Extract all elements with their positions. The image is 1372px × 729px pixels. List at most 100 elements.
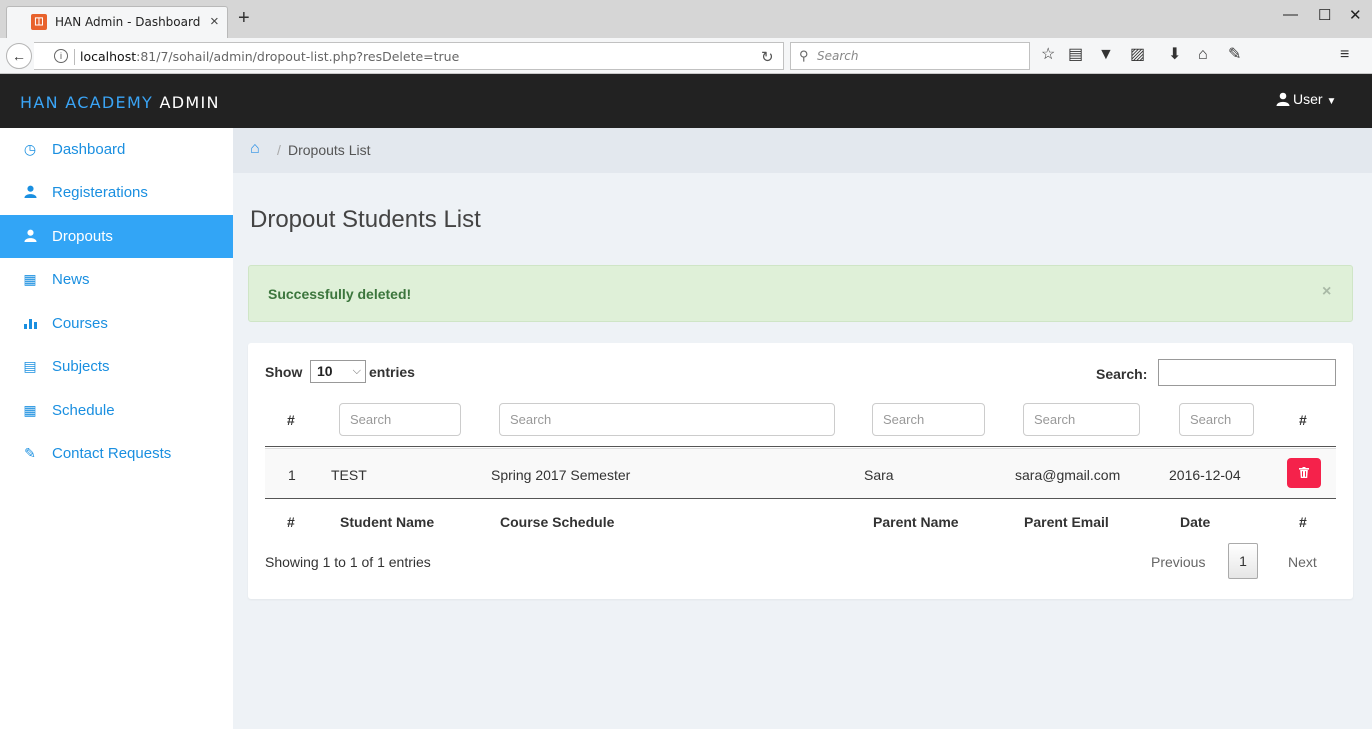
cell-student-name: TEST [331, 467, 367, 483]
pagination-next[interactable]: Next [1288, 554, 1317, 570]
reading-list-icon[interactable]: ▤ [1068, 46, 1083, 64]
column-footer-parent-name[interactable]: Parent Name [873, 514, 959, 530]
column-footer-date[interactable]: Date [1180, 514, 1210, 530]
user-menu-toggle[interactable]: User ▼ [1276, 91, 1336, 107]
brand-name: HAN ACADEMY [20, 93, 154, 112]
column-footer-student-name[interactable]: Student Name [340, 514, 434, 530]
sidebar-item-label: Subjects [52, 358, 110, 375]
brand-logo[interactable]: HAN ACADEMY ADMIN [20, 93, 220, 112]
column-footer-hash: # [287, 514, 295, 530]
sidebar-item-label: Courses [52, 315, 108, 332]
sidebar-item-dashboard[interactable]: ◷ Dashboard [0, 128, 233, 171]
grid-icon: ▦ [23, 402, 37, 418]
sidebar-item-schedule[interactable]: ▦ Schedule [0, 389, 233, 432]
url-text: localhost:81/7/sohail/admin/dropout-list… [80, 49, 460, 64]
sidebar-item-courses[interactable]: Courses [0, 302, 233, 345]
new-tab-button[interactable]: + [238, 8, 250, 28]
cell-parent-name: Sara [864, 467, 894, 483]
search-icon: ⚲ [799, 48, 809, 63]
filter-date[interactable]: Search [1179, 403, 1254, 436]
minimize-button[interactable]: — [1283, 6, 1298, 23]
breadcrumb-current: Dropouts List [288, 142, 371, 158]
pagination-previous[interactable]: Previous [1151, 554, 1205, 570]
cell-number: 1 [288, 467, 296, 483]
pocket-icon[interactable]: ▼ [1098, 46, 1114, 64]
filter-student-name[interactable]: Search [339, 403, 461, 436]
search-label: Search: [1096, 366, 1148, 382]
table-header-rule [265, 446, 1336, 447]
cell-course-schedule: Spring 2017 Semester [491, 467, 631, 483]
pencil-icon: ✎ [24, 445, 36, 461]
show-label: Show [265, 364, 303, 380]
chevron-down-icon: ⌵ [352, 365, 361, 377]
sidebar-item-contact-requests[interactable]: ✎ Contact Requests [0, 432, 233, 475]
entries-length-value: 10 [317, 363, 333, 379]
column-footer-parent-email[interactable]: Parent Email [1024, 514, 1109, 530]
table-footer-rule [265, 498, 1336, 499]
column-footer-course-schedule[interactable]: Course Schedule [500, 514, 614, 530]
dashboard-icon: ◷ [23, 141, 37, 157]
bar-chart-icon [22, 316, 38, 332]
bookmark-star-icon[interactable]: ☆ [1041, 46, 1055, 64]
info-icon[interactable]: i [54, 49, 68, 63]
browser-tab[interactable]: ◫ HAN Admin - Dashboard × [6, 6, 228, 38]
alert-message: Successfully deleted! [268, 286, 412, 302]
cell-date: 2016-12-04 [1169, 467, 1241, 483]
favicon-icon: ◫ [31, 14, 47, 30]
browser-navbar: ← i localhost:81/7/sohail/admin/dropout-… [0, 38, 1372, 74]
user-icon [22, 229, 38, 245]
sidebar-item-registerations[interactable]: Registerations [0, 171, 233, 214]
sidebar-item-subjects[interactable]: ▤ Subjects [0, 345, 233, 388]
sidebar-item-news[interactable]: ▦ News [0, 258, 233, 301]
home-icon[interactable]: ⌂ [250, 140, 260, 158]
caret-down-icon: ▼ [1326, 96, 1337, 107]
reload-icon[interactable]: ↻ [761, 48, 774, 66]
breadcrumb-separator: / [277, 142, 281, 158]
sidebar-item-label: Contact Requests [52, 445, 172, 462]
calculator-icon: ▤ [23, 358, 37, 374]
trash-icon [1299, 467, 1309, 478]
breadcrumb: ⌂ / Dropouts List [233, 128, 1372, 173]
sidebar-item-label: Dropouts [52, 228, 113, 245]
filter-course-schedule[interactable]: Search [499, 403, 835, 436]
sidebar-item-label: Registerations [52, 184, 148, 201]
page-title: Dropout Students List [250, 206, 481, 233]
table-info: Showing 1 to 1 of 1 entries [265, 554, 431, 570]
sidebar-item-label: Schedule [52, 402, 115, 419]
pagination-page-1[interactable]: 1 [1228, 543, 1258, 579]
close-window-button[interactable]: ✕ [1349, 6, 1362, 24]
column-header-hash: # [287, 412, 295, 428]
cell-parent-email: sara@gmail.com [1015, 467, 1121, 483]
home-icon[interactable]: ⌂ [1198, 46, 1208, 64]
sidebar-item-dropouts[interactable]: Dropouts [0, 215, 233, 258]
alert-close-button[interactable]: × [1322, 283, 1331, 301]
table-search-input[interactable] [1158, 359, 1336, 386]
user-icon [22, 185, 38, 201]
entries-label: entries [369, 364, 415, 380]
tab-title: HAN Admin - Dashboard [55, 15, 201, 29]
admin-header: HAN ACADEMY ADMIN User ▼ [0, 74, 1372, 128]
menu-icon[interactable]: ≡ [1340, 46, 1349, 64]
screenshot-icon[interactable]: ▨ [1130, 46, 1145, 64]
user-label: User [1293, 91, 1323, 107]
browser-search-field[interactable]: ⚲ Search [790, 42, 1030, 70]
entries-length-select[interactable]: 10 ⌵ [310, 360, 366, 383]
filter-parent-name[interactable]: Search [872, 403, 985, 436]
sidebar-item-label: News [52, 271, 90, 288]
tools-icon[interactable]: ✎ [1228, 46, 1241, 64]
brand-suffix: ADMIN [159, 93, 220, 112]
url-bar[interactable]: i localhost:81/7/sohail/admin/dropout-li… [34, 42, 784, 70]
sidebar: ◷ Dashboard Registerations Dropouts ▦ Ne… [0, 128, 233, 729]
url-separator [74, 49, 75, 65]
column-footer-hash: # [1299, 514, 1307, 530]
tab-close-icon[interactable]: × [210, 13, 219, 30]
download-icon[interactable]: ⬇ [1168, 46, 1181, 64]
maximize-button[interactable]: ☐ [1318, 6, 1331, 24]
back-button[interactable]: ← [6, 43, 32, 69]
user-icon [1276, 92, 1290, 106]
browser-tabstrip: ◫ HAN Admin - Dashboard × + — ☐ ✕ [0, 0, 1372, 38]
delete-button[interactable] [1287, 458, 1321, 488]
filter-parent-email[interactable]: Search [1023, 403, 1140, 436]
column-header-hash: # [1299, 412, 1307, 428]
table-panel: Show 10 ⌵ entries Search: # Search Searc… [248, 343, 1353, 599]
